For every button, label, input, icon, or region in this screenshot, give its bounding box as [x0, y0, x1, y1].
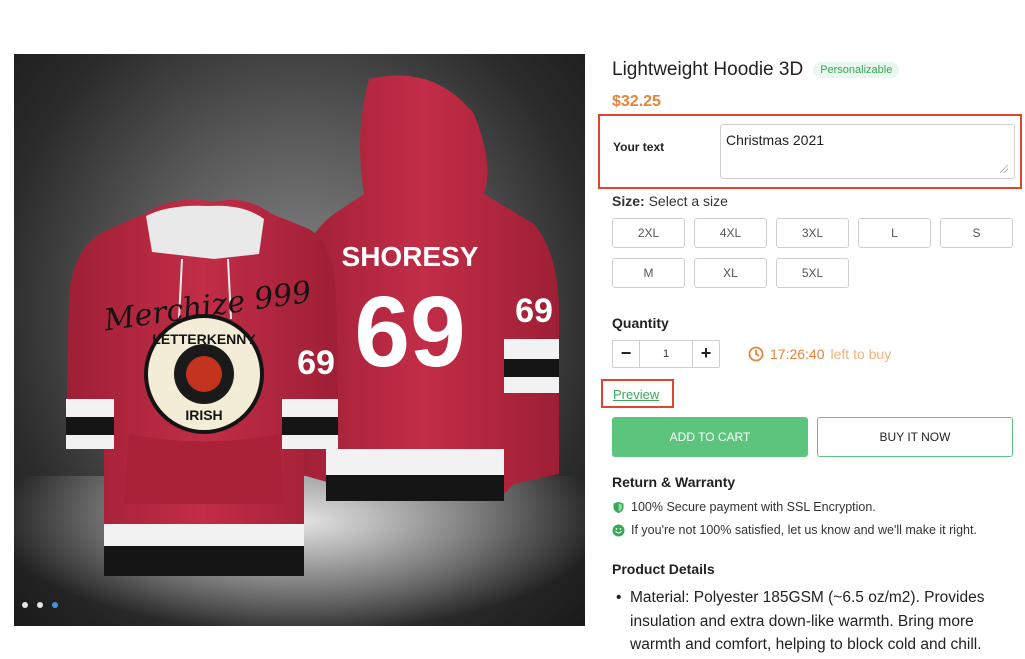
- your-text-input[interactable]: Christmas 2021: [720, 124, 1015, 179]
- size-option-3xl[interactable]: 3XL: [776, 218, 849, 248]
- product-details-title: Product Details: [612, 561, 715, 577]
- hoodie-image: SHORESY 69 69 Merchize 999 LETTERKENNY I…: [66, 75, 559, 576]
- size-hint: Select a size: [648, 193, 728, 209]
- your-text-label: Your text: [613, 140, 665, 154]
- add-to-cart-button[interactable]: ADD TO CART: [612, 417, 808, 457]
- quantity-decrease-button[interactable]: −: [613, 341, 639, 367]
- size-option-4xl[interactable]: 4XL: [694, 218, 767, 248]
- quantity-increase-button[interactable]: +: [693, 341, 719, 367]
- front-logo-bottom-text: IRISH: [185, 407, 222, 423]
- title-row: Lightweight Hoodie 3D Personalizable: [612, 59, 900, 81]
- front-sleeve-number-text: 69: [297, 344, 335, 382]
- size-label: Size: Select a size: [612, 193, 728, 209]
- quantity-stepper: − 1 +: [612, 340, 720, 368]
- product-detail-item: Material: Polyester 185GSM (~6.5 oz/m2).…: [630, 589, 985, 653]
- preview-link[interactable]: Preview: [613, 387, 659, 402]
- gallery-dot-1[interactable]: [22, 602, 28, 608]
- personalize-section: Your text Christmas 2021: [598, 114, 1022, 189]
- back-sleeve-number-text: 69: [515, 292, 553, 330]
- product-title: Lightweight Hoodie 3D: [612, 59, 804, 80]
- size-option-5xl[interactable]: 5XL: [776, 258, 849, 288]
- product-price: $32.25: [612, 93, 661, 110]
- size-label-title: Size:: [612, 193, 645, 209]
- warranty-line-secure: 100% Secure payment with SSL Encryption.: [612, 500, 876, 514]
- clock-icon: [748, 346, 764, 362]
- shield-icon: [613, 501, 624, 513]
- size-option-xl[interactable]: XL: [694, 258, 767, 288]
- countdown-suffix: left to buy: [830, 346, 892, 362]
- size-option-s[interactable]: S: [940, 218, 1013, 248]
- countdown-time: 17:26:40: [770, 346, 825, 362]
- list-bullet: •: [616, 589, 622, 606]
- preview-highlight: Preview: [601, 379, 674, 408]
- personalizable-badge: Personalizable: [813, 62, 900, 78]
- quantity-input[interactable]: 1: [639, 341, 693, 367]
- back-number-text: 69: [354, 276, 465, 388]
- warranty-line-satisfaction: If you're not 100% satisfied, let us kno…: [612, 523, 977, 537]
- back-name-text: SHORESY: [342, 241, 479, 272]
- smiley-icon: [612, 524, 625, 536]
- size-option-m[interactable]: M: [612, 258, 685, 288]
- front-logo-top-text: LETTERKENNY: [152, 331, 256, 347]
- resize-grip-icon[interactable]: [1000, 165, 1008, 173]
- product-image-gallery[interactable]: SHORESY 69 69 Merchize 999 LETTERKENNY I…: [14, 54, 585, 626]
- product-details-list: • Material: Polyester 185GSM (~6.5 oz/m2…: [612, 586, 1012, 657]
- countdown-timer: 17:26:40 left to buy: [748, 346, 891, 362]
- quantity-label: Quantity: [612, 315, 669, 331]
- gallery-dot-2[interactable]: [37, 602, 43, 608]
- gallery-dots: [22, 602, 58, 608]
- gallery-dot-3[interactable]: [52, 602, 58, 608]
- return-warranty-title: Return & Warranty: [612, 474, 736, 490]
- warranty-text-secure: 100% Secure payment with SSL Encryption.: [631, 500, 876, 514]
- warranty-text-satisfaction: If you're not 100% satisfied, let us kno…: [631, 523, 977, 537]
- size-option-l[interactable]: L: [858, 218, 931, 248]
- buy-it-now-button[interactable]: BUY IT NOW: [817, 417, 1013, 457]
- size-option-2xl[interactable]: 2XL: [612, 218, 685, 248]
- hoodie-front: Merchize 999 LETTERKENNY IRISH 69: [66, 199, 339, 576]
